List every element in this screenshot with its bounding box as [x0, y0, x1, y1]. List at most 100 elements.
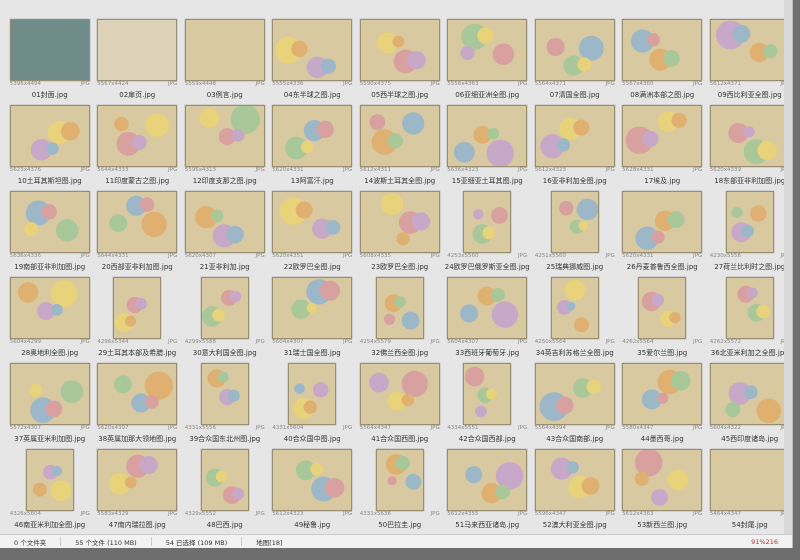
file-name: 21亚非利加.jpg	[199, 263, 250, 271]
file-thumbnail-item[interactable]: 5612x4323 JPG 49秘鲁.jpg	[269, 444, 357, 530]
image-dimensions: 4326x5604	[9, 511, 41, 517]
file-name: 04东半球之图.jpg	[283, 91, 341, 99]
file-name: 16亚非利加全图.jpg	[542, 177, 607, 185]
map-thumbnail-image	[622, 19, 703, 81]
file-name: 37英属亚米利加图.jpg	[14, 435, 86, 443]
file-name: 50巴拉圭.jpg	[378, 521, 422, 529]
file-thumbnail-item[interactable]: 5464x4347JPG 54封尾.jpg	[706, 444, 794, 530]
file-thumbnail-item[interactable]: 5620x4331 JPG 26丹麦普鲁西全图.jpg	[619, 186, 707, 272]
file-thumbnail-item[interactable]: 4296x5344 JPG 29土耳其本部及希腊.jpg	[94, 272, 182, 358]
file-thumbnail-item[interactable]: 5583x4329 JPG 47南内瑞拉图.jpg	[94, 444, 182, 530]
file-thumbnail-item[interactable]: 4331x5604 JPG 40合众国中图.jpg	[269, 358, 357, 444]
file-thumbnail-item[interactable]: 5612x4323 JPG 16亚非利加全图.jpg	[531, 100, 619, 186]
file-thumbnail-item[interactable]: 5612x4363 JPG 53新西兰图.jpg	[619, 444, 707, 530]
map-thumbnail-image	[359, 105, 440, 167]
image-dimensions: 4331x5604	[272, 425, 304, 431]
file-thumbnail-item[interactable]: 5604x4307 JPG 31瑞士国全图.jpg	[269, 272, 357, 358]
file-thumbnail-item[interactable]: 5564x4347 JPG 41合众国西图.jpg	[356, 358, 444, 444]
image-dimensions: 4329x5552	[184, 511, 216, 517]
file-browser-window: 5396x4494 JPG 01封面.jpg 5567x4424 JPG 02扉页.…	[0, 0, 793, 548]
file-thumbnail-item[interactable]: 5559x4448 JPG 03例言.jpg	[181, 14, 269, 100]
file-type: JPG	[518, 81, 528, 87]
file-thumbnail-item[interactable]: 5620x4331 JPG 13阿富汗.jpg	[269, 100, 357, 186]
thumbnail-grid: 5396x4494 JPG 01封面.jpg 5567x4424 JPG 02扉页.…	[6, 14, 790, 530]
file-name: 48巴西.jpg	[206, 521, 243, 529]
file-name: 44墨西哥.jpg	[640, 435, 684, 443]
file-type: JPG	[430, 425, 440, 431]
file-thumbnail-item[interactable]: 5604x4322JPG 45西印度诸岛.jpg	[706, 358, 794, 444]
file-thumbnail-item[interactable]: 4299x5588 JPG 30意大利国全图.jpg	[181, 272, 269, 358]
file-thumbnail-item[interactable]: 5596x4347 JPG 52澳大利亚全图.jpg	[531, 444, 619, 530]
file-name: 47南内瑞拉图.jpg	[108, 521, 166, 529]
file-type: JPG	[693, 167, 703, 173]
file-thumbnail-item[interactable]: 5572x4307 JPG 37英属亚米利加图.jpg	[6, 358, 94, 444]
image-dimensions: 5564x4347	[359, 425, 391, 431]
image-dimensions: 5623x4376	[9, 167, 41, 173]
file-name: 33西班牙葡萄牙.jpg	[455, 349, 520, 357]
map-thumbnail-image	[550, 277, 599, 339]
file-name: 32佛兰西全图.jpg	[371, 349, 429, 357]
image-dimensions: 5596x4313	[184, 167, 216, 173]
file-thumbnail-item[interactable]: 5564x4371 JPG 07清国全图.jpg	[531, 14, 619, 100]
file-name: 10土耳其斯坦图.jpg	[17, 177, 82, 185]
file-thumbnail-item[interactable]: 5604x4299 JPG 28奥地利全图.jpg	[6, 272, 94, 358]
file-thumbnail-item[interactable]: 5396x4494 JPG 01封面.jpg	[6, 14, 94, 100]
file-thumbnail-item[interactable]: 5580x4347 JPG 44墨西哥.jpg	[619, 358, 707, 444]
file-type: JPG	[693, 511, 703, 517]
file-thumbnail-item[interactable]: 5555x4336 JPG 04东半球之图.jpg	[269, 14, 357, 100]
image-dimensions: 5620x4331	[622, 253, 654, 259]
file-thumbnail-item[interactable]: 5623x4376 JPG 10土耳其斯坦图.jpg	[6, 100, 94, 186]
file-thumbnail-item[interactable]: 5564x4394 JPG 43合众国南部.jpg	[531, 358, 619, 444]
image-dimensions: 5612x4363	[622, 511, 654, 517]
file-thumbnail-item[interactable]: 4331x5556 JPG 39合众国东北州图.jpg	[181, 358, 269, 444]
file-thumbnail-item[interactable]: 5628x4331 JPG 17埃及.jpg	[619, 100, 707, 186]
file-thumbnail-item[interactable]: 5644x4333 JPG 11印度蒙古之图.jpg	[94, 100, 182, 186]
file-thumbnail-item[interactable]: 5612x4311 JPG 14波斯土耳其全图.jpg	[356, 100, 444, 186]
file-name: 30意大利国全图.jpg	[192, 349, 257, 357]
file-thumbnail-item[interactable]: 5620x4307 JPG 21亚非利加.jpg	[181, 186, 269, 272]
map-thumbnail-image	[272, 449, 353, 511]
vertical-scrollbar[interactable]	[784, 0, 792, 548]
file-thumbnail-item[interactable]: 5644x4331 JPG 20西部亚非利加图.jpg	[94, 186, 182, 272]
file-thumbnail-item[interactable]: 4251x5560 JPG 25瑞典挪威图.jpg	[531, 186, 619, 272]
file-thumbnail-item[interactable]: 5620x4351 JPG 22欧罗巴全图.jpg	[269, 186, 357, 272]
file-thumbnail-item[interactable]: 5612x4355 JPG 51马来西亚诸岛.jpg	[444, 444, 532, 530]
file-thumbnail-item[interactable]: 5620x4339JPG 18东部亚非利加图.jpg	[706, 100, 794, 186]
file-thumbnail-item[interactable]: 5556x4363 JPG 06亚细亚洲全图.jpg	[444, 14, 532, 100]
image-dimensions: 5644x4333	[97, 167, 129, 173]
file-thumbnail-item[interactable]: 4250x5564 JPG 34英吉利苏格兰全图.jpg	[531, 272, 619, 358]
image-dimensions: 5612x4323	[272, 511, 304, 517]
map-thumbnail-image	[447, 19, 528, 81]
file-thumbnail-item[interactable]: 5608x4335 JPG 23欧罗巴全图.jpg	[356, 186, 444, 272]
file-name: 54封尾.jpg	[731, 521, 768, 529]
file-thumbnail-item[interactable]: 4262x5564 JPG 35爱尔兰图.jpg	[619, 272, 707, 358]
file-thumbnail-item[interactable]: 4253x5560 JPG 24欧罗巴俄罗斯亚全图.jpg	[444, 186, 532, 272]
file-thumbnail-item[interactable]: 4254x5579 JPG 32佛兰西全图.jpg	[356, 272, 444, 358]
file-thumbnail-item[interactable]: 4334x5551 JPG 42合众国西部.jpg	[444, 358, 532, 444]
file-thumbnail-item[interactable]: 4262x5572JPG 36北亚米利加之全图.jpg	[706, 272, 794, 358]
file-thumbnail-item[interactable]: 5567x4360 JPG 08满洲本部之图.jpg	[619, 14, 707, 100]
file-thumbnail-item[interactable]: 5636x4323 JPG 15亚细亚土耳其图.jpg	[444, 100, 532, 186]
map-thumbnail-image	[534, 19, 615, 81]
file-type: JPG	[518, 339, 528, 345]
map-thumbnail-image	[200, 363, 249, 425]
file-thumbnail-item[interactable]: 5612x4371JPG 09西比利亚全图.jpg	[706, 14, 794, 100]
image-dimensions: 5644x4331	[97, 253, 129, 259]
file-thumbnail-item[interactable]: 4331x5636 JPG 50巴拉圭.jpg	[356, 444, 444, 530]
file-thumbnail-item[interactable]: 5567x4424 JPG 02扉页.jpg	[94, 14, 182, 100]
file-thumbnail-item[interactable]: 5604x4307 JPG 33西班牙葡萄牙.jpg	[444, 272, 532, 358]
file-name: 53新西兰图.jpg	[637, 521, 688, 529]
file-thumbnail-item[interactable]: 5620x4307 JPG 38英属加那大领地图.jpg	[94, 358, 182, 444]
file-thumbnail-item[interactable]: 4326x5604 JPG 46南亚米利加全图.jpg	[6, 444, 94, 530]
file-thumbnail-item[interactable]: 5590x4375 JPG 05西半球之图.jpg	[356, 14, 444, 100]
file-name: 11印度蒙古之图.jpg	[105, 177, 170, 185]
file-thumbnail-item[interactable]: 4230x5556JPG 27荷兰比利时之图.jpg	[706, 186, 794, 272]
image-dimensions: 5604x4307	[447, 339, 479, 345]
image-dimensions: 5612x4311	[359, 167, 391, 173]
file-thumbnail-item[interactable]: 5596x4313 JPG 12印度支那之图.jpg	[181, 100, 269, 186]
file-thumbnail-item[interactable]: 4329x5552 JPG 48巴西.jpg	[181, 444, 269, 530]
file-type: JPG	[605, 167, 615, 173]
file-thumbnail-item[interactable]: 5636x4336 JPG 19南部亚非利加图.jpg	[6, 186, 94, 272]
map-thumbnail-image	[200, 449, 249, 511]
image-dimensions: 5590x4375	[359, 81, 391, 87]
